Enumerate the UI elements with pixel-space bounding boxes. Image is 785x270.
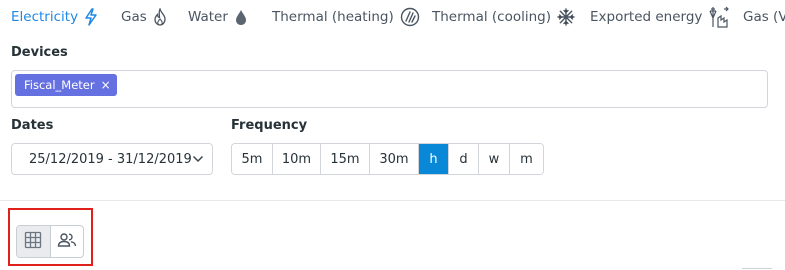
users-icon	[57, 232, 77, 252]
remove-chip-icon[interactable]: ×	[101, 78, 111, 92]
flame-icon	[153, 8, 167, 26]
freq-30m-button[interactable]: 30m	[370, 144, 419, 174]
energy-type-tabs: Electricity Gas Water Thermal (heating) …	[0, 0, 785, 34]
tab-label: Water	[188, 9, 228, 25]
tab-exported-energy[interactable]: Exported energy	[590, 5, 730, 29]
device-chip-label: Fiscal_Meter	[24, 78, 95, 92]
dates-label: Dates	[11, 118, 54, 133]
section-divider	[0, 200, 785, 201]
date-range-value: 25/12/2019 - 31/12/2019	[29, 151, 192, 167]
bolt-icon	[84, 8, 98, 26]
tab-label: Gas (Vo	[743, 9, 785, 25]
freq-w-button[interactable]: w	[479, 144, 510, 174]
tab-thermal-cooling[interactable]: Thermal (cooling)	[432, 5, 575, 29]
freq-10m-button[interactable]: 10m	[273, 144, 321, 174]
tab-label: Thermal (heating)	[272, 9, 394, 25]
view-toggle-group	[16, 225, 84, 258]
table-view-button[interactable]	[17, 226, 51, 257]
device-chip: Fiscal_Meter ×	[15, 74, 117, 96]
devices-label: Devices	[11, 45, 68, 60]
scroll-edge-line	[742, 268, 772, 269]
date-range-select[interactable]: 25/12/2019 - 31/12/2019	[11, 143, 213, 175]
tab-thermal-heating[interactable]: Thermal (heating)	[272, 5, 420, 29]
freq-15m-button[interactable]: 15m	[321, 144, 370, 174]
tab-water[interactable]: Water	[188, 5, 248, 29]
tab-label: Thermal (cooling)	[432, 9, 551, 25]
tab-electricity[interactable]: Electricity	[11, 5, 98, 29]
users-view-button[interactable]	[51, 226, 84, 257]
heating-icon	[400, 7, 420, 27]
frequency-label: Frequency	[231, 118, 308, 133]
devices-multiselect[interactable]: Fiscal_Meter ×	[11, 70, 768, 108]
exported-energy-icon	[708, 6, 730, 28]
freq-h-button[interactable]: h	[419, 144, 449, 174]
freq-m-button[interactable]: m	[510, 144, 543, 174]
snowflake-icon	[557, 8, 575, 26]
chevron-down-icon	[192, 152, 204, 167]
frequency-button-group: 5m 10m 15m 30m h d w m	[231, 143, 544, 175]
tab-gas-volume[interactable]: Gas (Vo	[743, 5, 785, 29]
water-drop-icon	[234, 8, 248, 26]
freq-5m-button[interactable]: 5m	[232, 144, 273, 174]
tab-label: Exported energy	[590, 9, 703, 25]
freq-d-button[interactable]: d	[449, 144, 479, 174]
grid-table-icon	[24, 231, 42, 253]
tab-gas[interactable]: Gas	[121, 5, 167, 29]
tab-label: Gas	[121, 9, 147, 25]
tab-label: Electricity	[11, 9, 79, 25]
